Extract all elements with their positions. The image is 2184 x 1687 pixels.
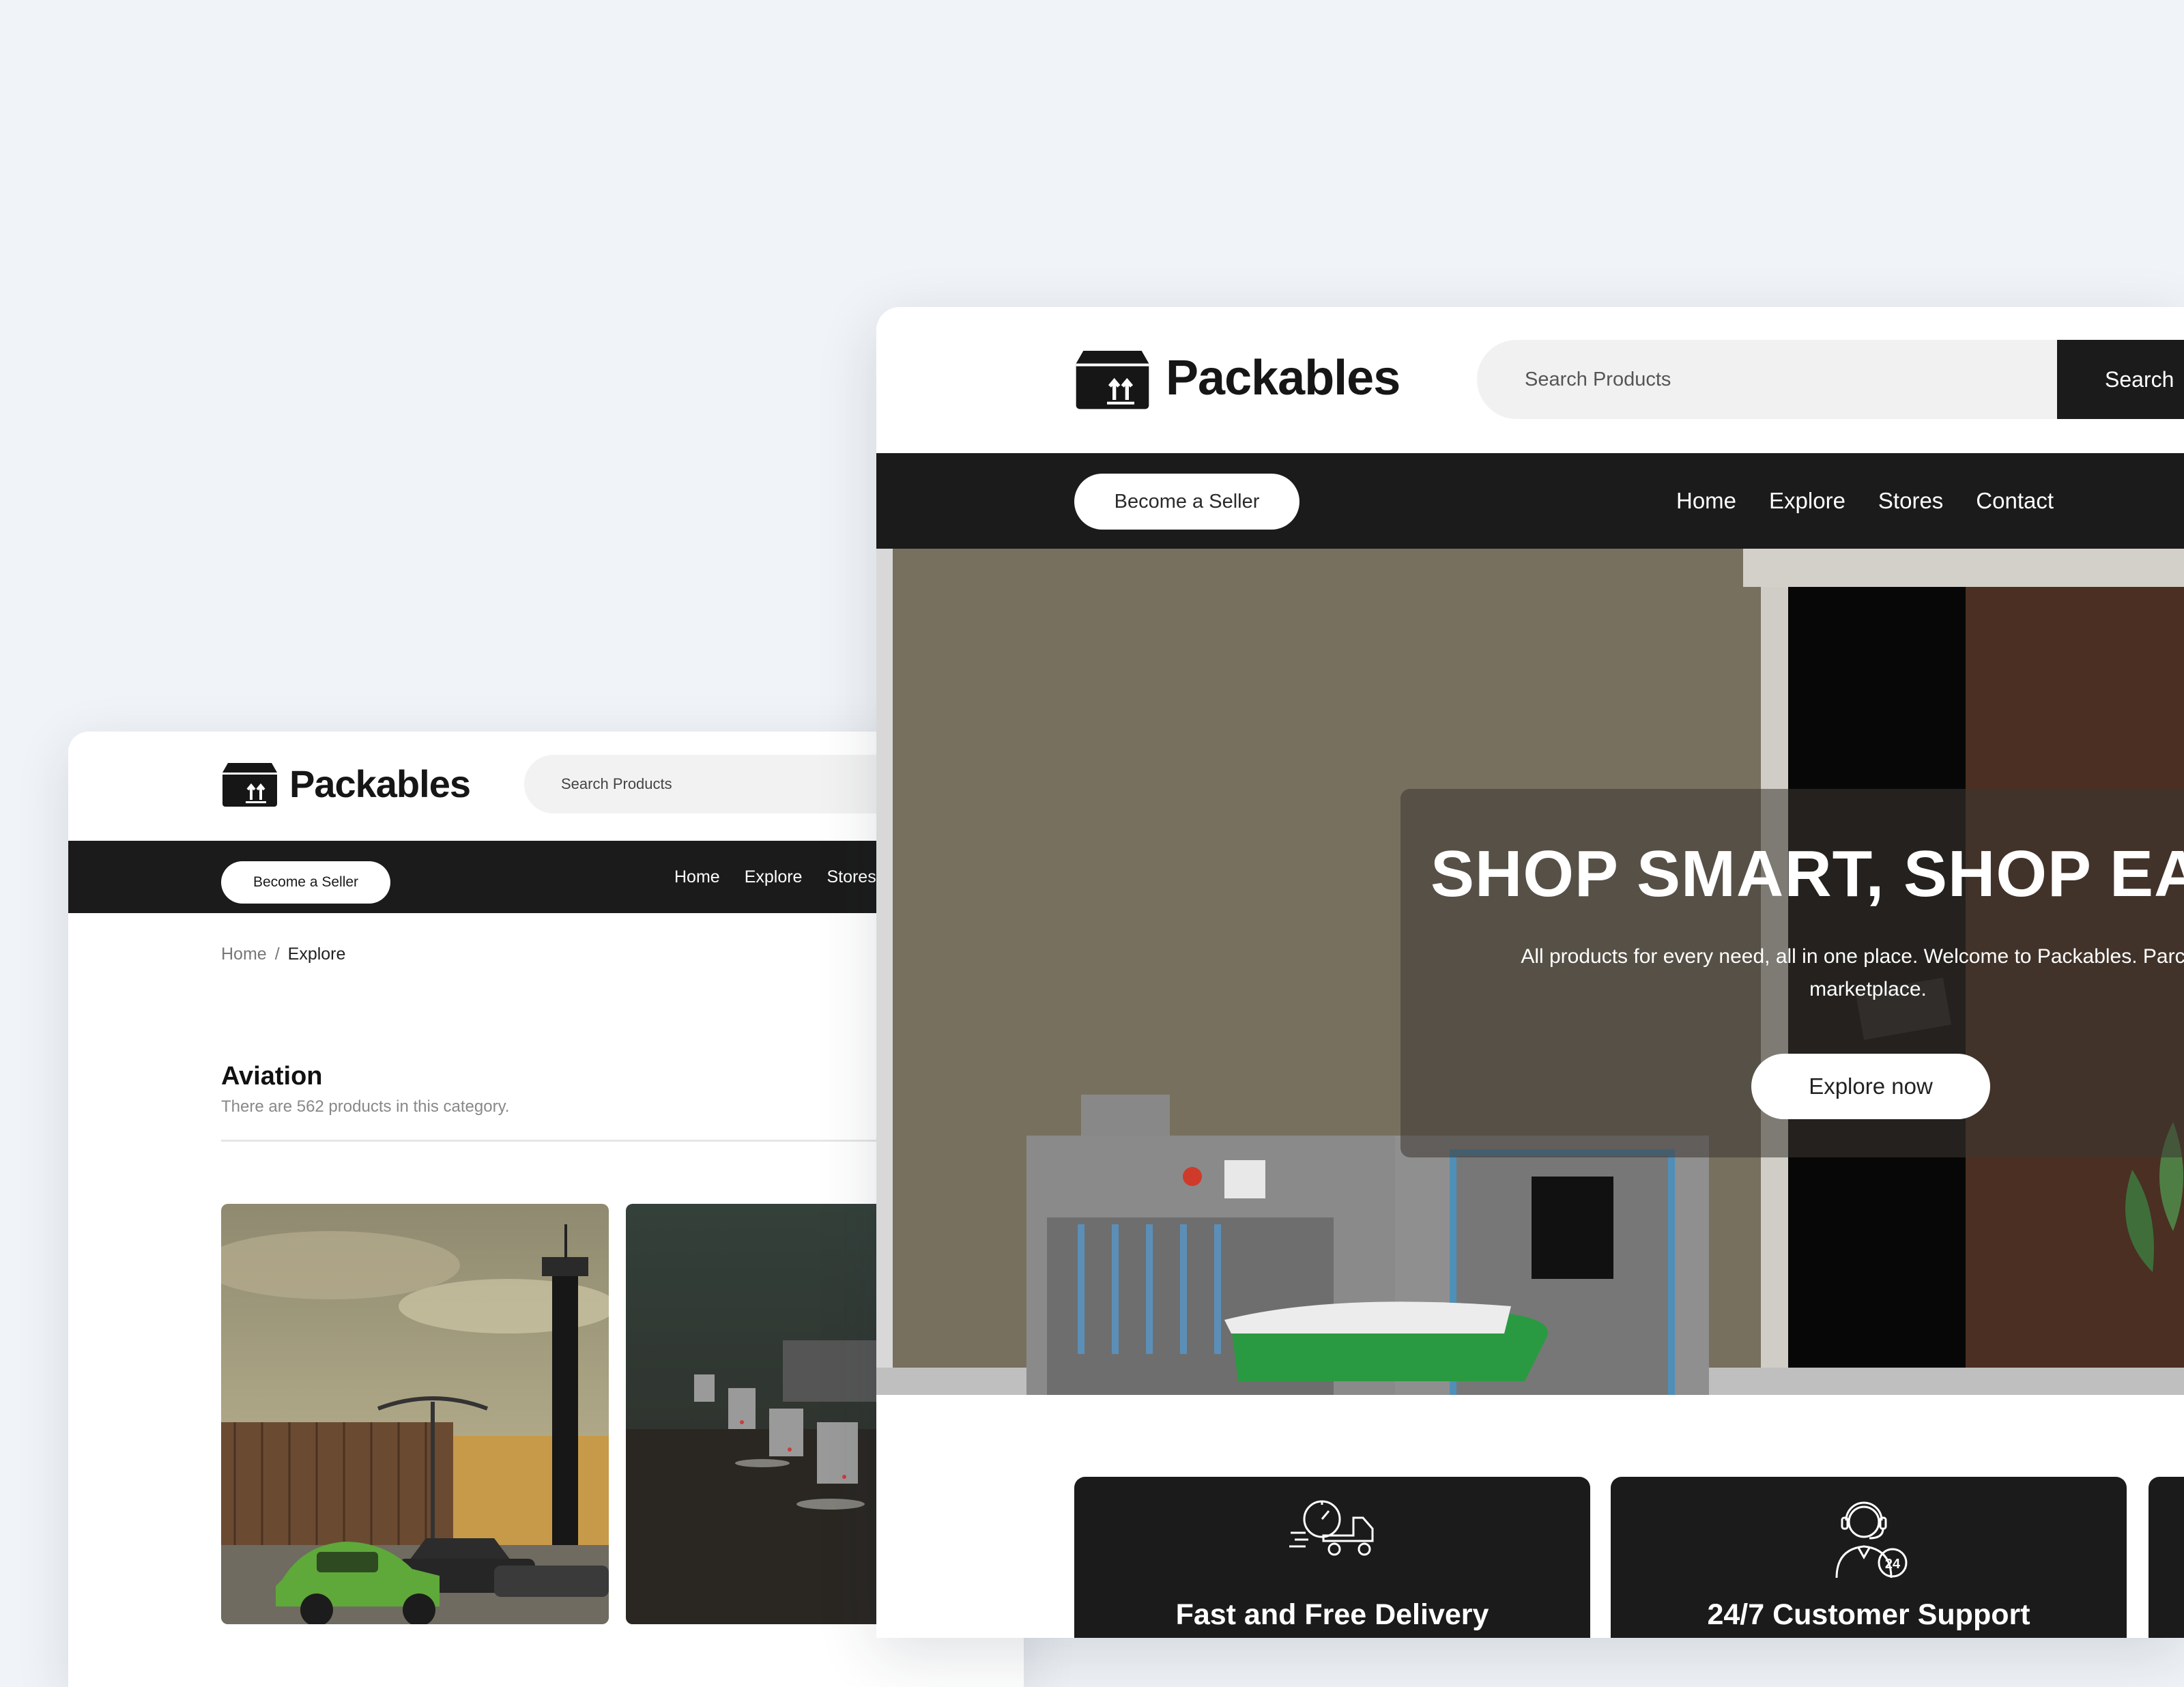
nav-stores[interactable]: Stores bbox=[827, 867, 876, 887]
home-page-window: Packables Search Become a Seller Home Ex… bbox=[876, 307, 2184, 1638]
nav-stores[interactable]: Stores bbox=[1878, 488, 1943, 514]
nav-links: Home Explore Stores Contact bbox=[1676, 453, 2054, 549]
customer-support-icon: 24 bbox=[1835, 1501, 1908, 1578]
brand-name: Packables bbox=[289, 762, 471, 805]
logo[interactable]: Packables bbox=[221, 759, 471, 808]
breadcrumb: Home / Explore bbox=[221, 945, 345, 964]
nav-explore[interactable]: Explore bbox=[1769, 488, 1845, 514]
nav-contact[interactable]: Contact bbox=[1976, 488, 2054, 514]
hero-subtitle-line-1: All products for every need, all in one … bbox=[1521, 945, 2184, 968]
become-seller-button[interactable]: Become a Seller bbox=[221, 861, 390, 904]
brand-name: Packables bbox=[1166, 351, 1400, 405]
delivery-truck-icon bbox=[1289, 1500, 1374, 1556]
nav-links: Home Explore Stores bbox=[674, 841, 876, 913]
breadcrumb-separator: / bbox=[274, 945, 280, 964]
nav-explore[interactable]: Explore bbox=[745, 867, 803, 887]
nav-bar: Become a Seller Home Explore Stores Cont… bbox=[876, 453, 2184, 549]
feature-card-partial bbox=[2149, 1477, 2184, 1638]
box-logo-icon bbox=[222, 763, 277, 807]
product-card[interactable] bbox=[221, 1204, 609, 1624]
nav-home[interactable]: Home bbox=[674, 867, 720, 887]
nav-home[interactable]: Home bbox=[1676, 488, 1736, 514]
explore-now-button[interactable]: Explore now bbox=[1751, 1054, 1990, 1119]
box-logo-icon bbox=[1076, 351, 1149, 409]
feature-title: 24/7 Customer Support bbox=[1707, 1598, 2030, 1631]
svg-text:24: 24 bbox=[1885, 1557, 1901, 1572]
header: Packables Search bbox=[876, 307, 2184, 453]
hero-subtitle: All products for every need, all in one … bbox=[1400, 940, 2184, 1006]
become-seller-button[interactable]: Become a Seller bbox=[1074, 474, 1299, 530]
category-title: Aviation bbox=[221, 1062, 323, 1091]
category-count: There are 562 products in this category. bbox=[221, 1097, 510, 1116]
feature-card-delivery: Fast and Free Delivery bbox=[1074, 1477, 1590, 1638]
breadcrumb-home[interactable]: Home bbox=[221, 945, 267, 964]
breadcrumb-current: Explore bbox=[287, 945, 346, 964]
hero-panel: SHOP SMART, SHOP EA All products for eve… bbox=[1400, 789, 2184, 1157]
hero-banner: SHOP SMART, SHOP EA All products for eve… bbox=[876, 549, 2184, 1395]
feature-title: Fast and Free Delivery bbox=[1175, 1598, 1489, 1631]
feature-card-support: 24 24/7 Customer Support bbox=[1611, 1477, 2127, 1638]
hero-subtitle-line-2: marketplace. bbox=[1809, 978, 1927, 1000]
logo[interactable]: Packables bbox=[1074, 345, 1400, 411]
search-input[interactable] bbox=[1477, 340, 2071, 419]
airport-terminal-image bbox=[221, 1204, 609, 1624]
hero-title: SHOP SMART, SHOP EA bbox=[1431, 837, 2184, 910]
search-button[interactable]: Search bbox=[2057, 340, 2184, 419]
